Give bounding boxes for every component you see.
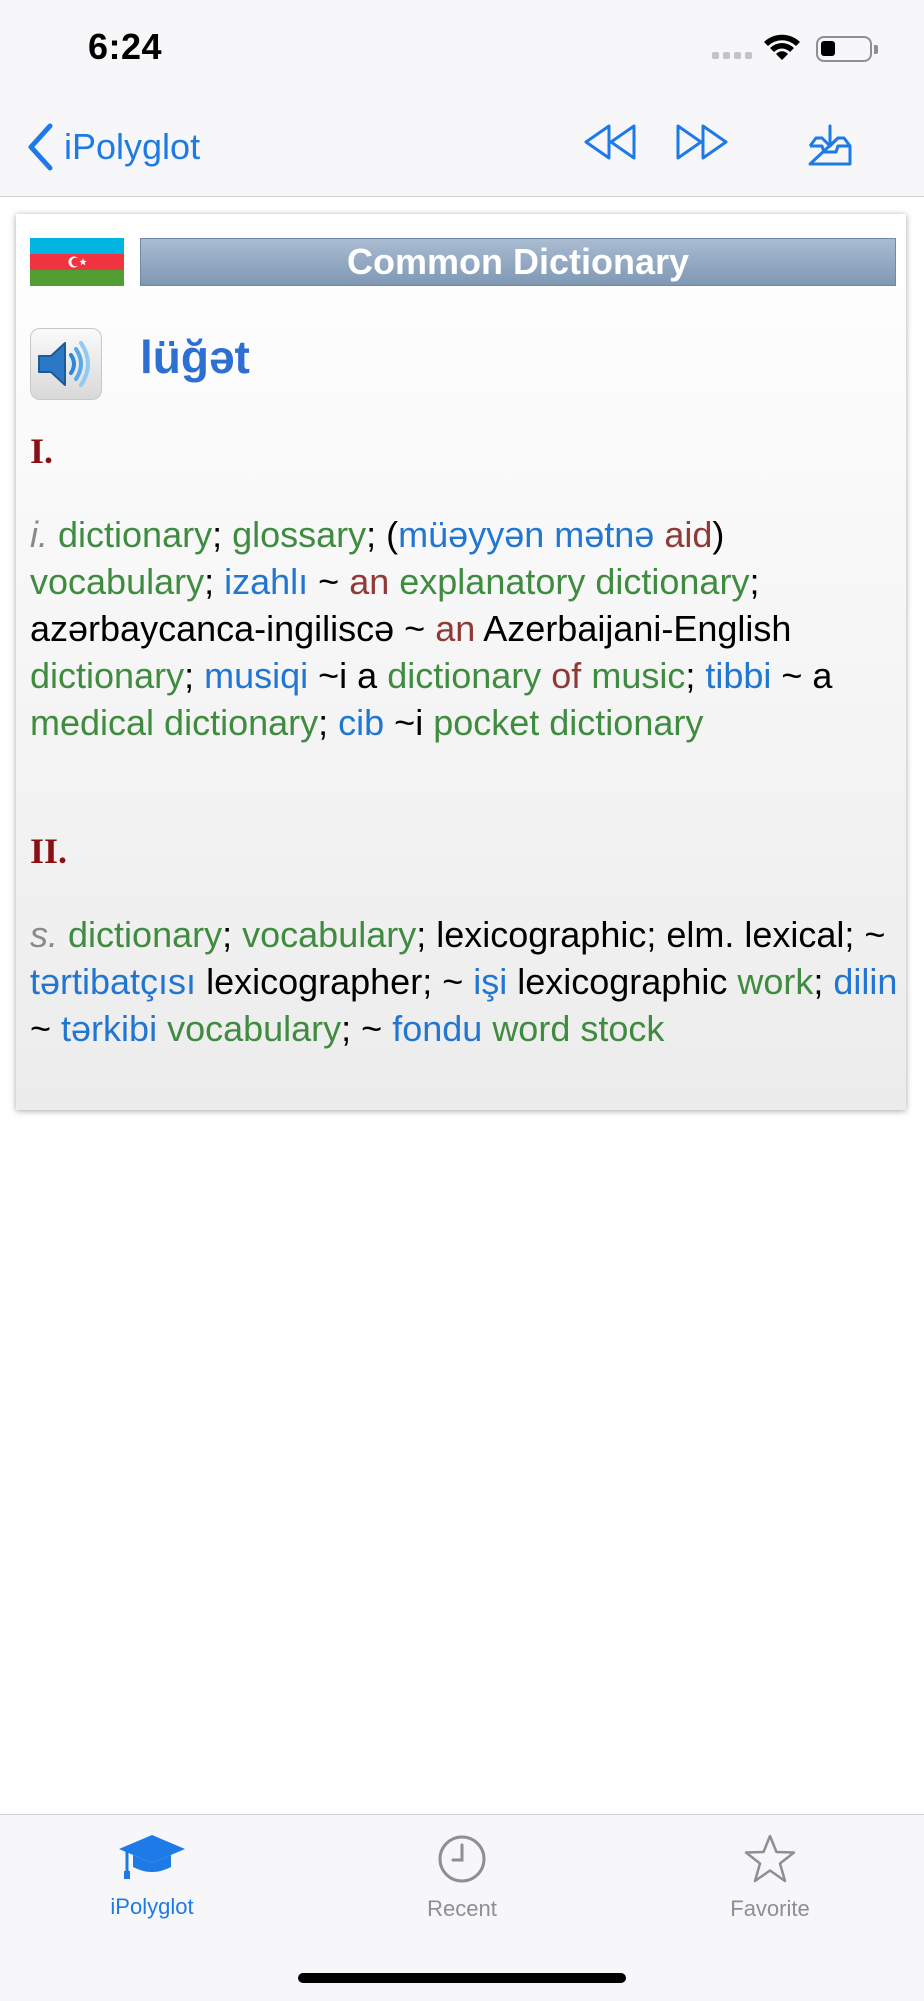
- battery-icon: [816, 36, 878, 62]
- rewind-button[interactable]: [582, 122, 638, 167]
- tab-favorite[interactable]: Favorite: [670, 1833, 870, 1922]
- pronounce-button[interactable]: [30, 328, 102, 400]
- download-button[interactable]: [806, 124, 854, 173]
- navigation-bar: iPolyglot: [0, 100, 924, 197]
- section-number: I.: [30, 431, 54, 471]
- tab-label: iPolyglot: [110, 1894, 194, 1919]
- tab-label: Recent: [427, 1896, 497, 1921]
- chevron-left-icon: [28, 123, 53, 171]
- wifi-icon: [762, 32, 802, 67]
- dictionary-title: Common Dictionary: [140, 238, 896, 286]
- tab-ipolyglot[interactable]: iPolyglot: [52, 1833, 252, 1920]
- status-bar: 6:24: [0, 0, 924, 100]
- fast-forward-icon: [676, 124, 728, 160]
- back-button[interactable]: iPolyglot: [26, 122, 200, 172]
- star-icon: [744, 1834, 796, 1883]
- definition-text: s. dictionary; vocabulary; lexicographic…: [30, 914, 898, 1049]
- cellular-signal-icon: [712, 52, 754, 62]
- fast-forward-button[interactable]: [674, 122, 730, 167]
- tray-download-icon: [808, 124, 852, 166]
- rewind-icon: [584, 124, 636, 160]
- tab-label: Favorite: [730, 1896, 810, 1921]
- home-indicator: [298, 1973, 626, 1983]
- definition-text: i. dictionary; glossary; (müəyyən mətnə …: [30, 514, 833, 743]
- back-label: iPolyglot: [64, 126, 201, 167]
- graduation-cap-icon: [119, 1835, 185, 1879]
- clock-icon: [438, 1835, 486, 1883]
- tab-recent[interactable]: Recent: [362, 1833, 562, 1922]
- status-time: 6:24: [88, 26, 163, 67]
- dictionary-entry-card: Common Dictionary lüğət I. i. dictionary…: [16, 214, 906, 1110]
- speaker-icon: [38, 341, 90, 387]
- headword: lüğət: [140, 331, 250, 383]
- section-number: II.: [30, 831, 68, 871]
- azerbaijan-flag-icon: [30, 238, 124, 286]
